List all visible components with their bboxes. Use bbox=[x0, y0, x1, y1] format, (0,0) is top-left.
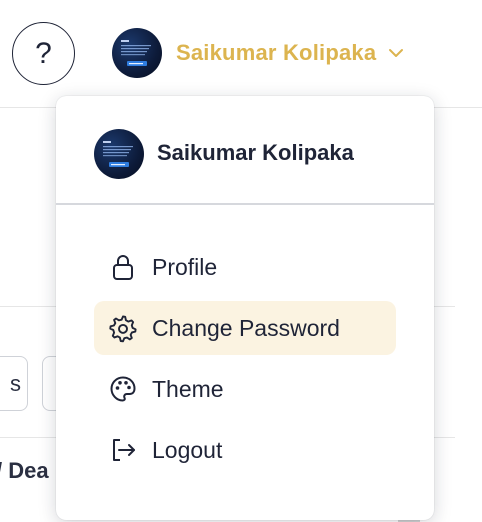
section-heading: / Dea bbox=[0, 458, 49, 483]
gear-icon bbox=[109, 315, 137, 343]
avatar bbox=[94, 129, 144, 179]
screen: ? Saikumar Kolipaka s / Dea Saikumar Kol… bbox=[0, 0, 482, 522]
dropdown-header: Saikumar Kolipaka bbox=[56, 96, 434, 205]
user-name: Saikumar Kolipaka bbox=[176, 40, 377, 65]
filter-chip-label: s bbox=[10, 371, 21, 396]
user-menu-trigger[interactable]: Saikumar Kolipaka bbox=[112, 28, 406, 78]
user-dropdown-menu: Saikumar Kolipaka Profile Change Passwor… bbox=[56, 96, 434, 520]
palette-icon bbox=[110, 376, 136, 402]
menu-item-label: Profile bbox=[152, 253, 218, 280]
menu-item-profile[interactable]: Profile bbox=[94, 240, 396, 294]
menu-item-logout[interactable]: Logout bbox=[94, 423, 396, 477]
chevron-down-icon bbox=[389, 49, 404, 57]
top-header: ? Saikumar Kolipaka bbox=[0, 0, 482, 108]
menu-item-change-password[interactable]: Change Password bbox=[94, 301, 396, 355]
avatar bbox=[112, 28, 162, 78]
menu-item-label: Logout bbox=[152, 436, 223, 463]
menu-item-label: Change Password bbox=[152, 314, 340, 341]
help-button[interactable]: ? bbox=[12, 22, 75, 85]
logout-icon bbox=[113, 439, 135, 461]
help-icon: ? bbox=[35, 36, 52, 70]
dropdown-user-name: Saikumar Kolipaka bbox=[157, 140, 354, 165]
menu-item-label: Theme bbox=[152, 375, 224, 402]
lock-icon bbox=[113, 255, 133, 280]
filter-chip[interactable]: s bbox=[0, 356, 28, 411]
menu-item-theme[interactable]: Theme bbox=[94, 362, 396, 416]
